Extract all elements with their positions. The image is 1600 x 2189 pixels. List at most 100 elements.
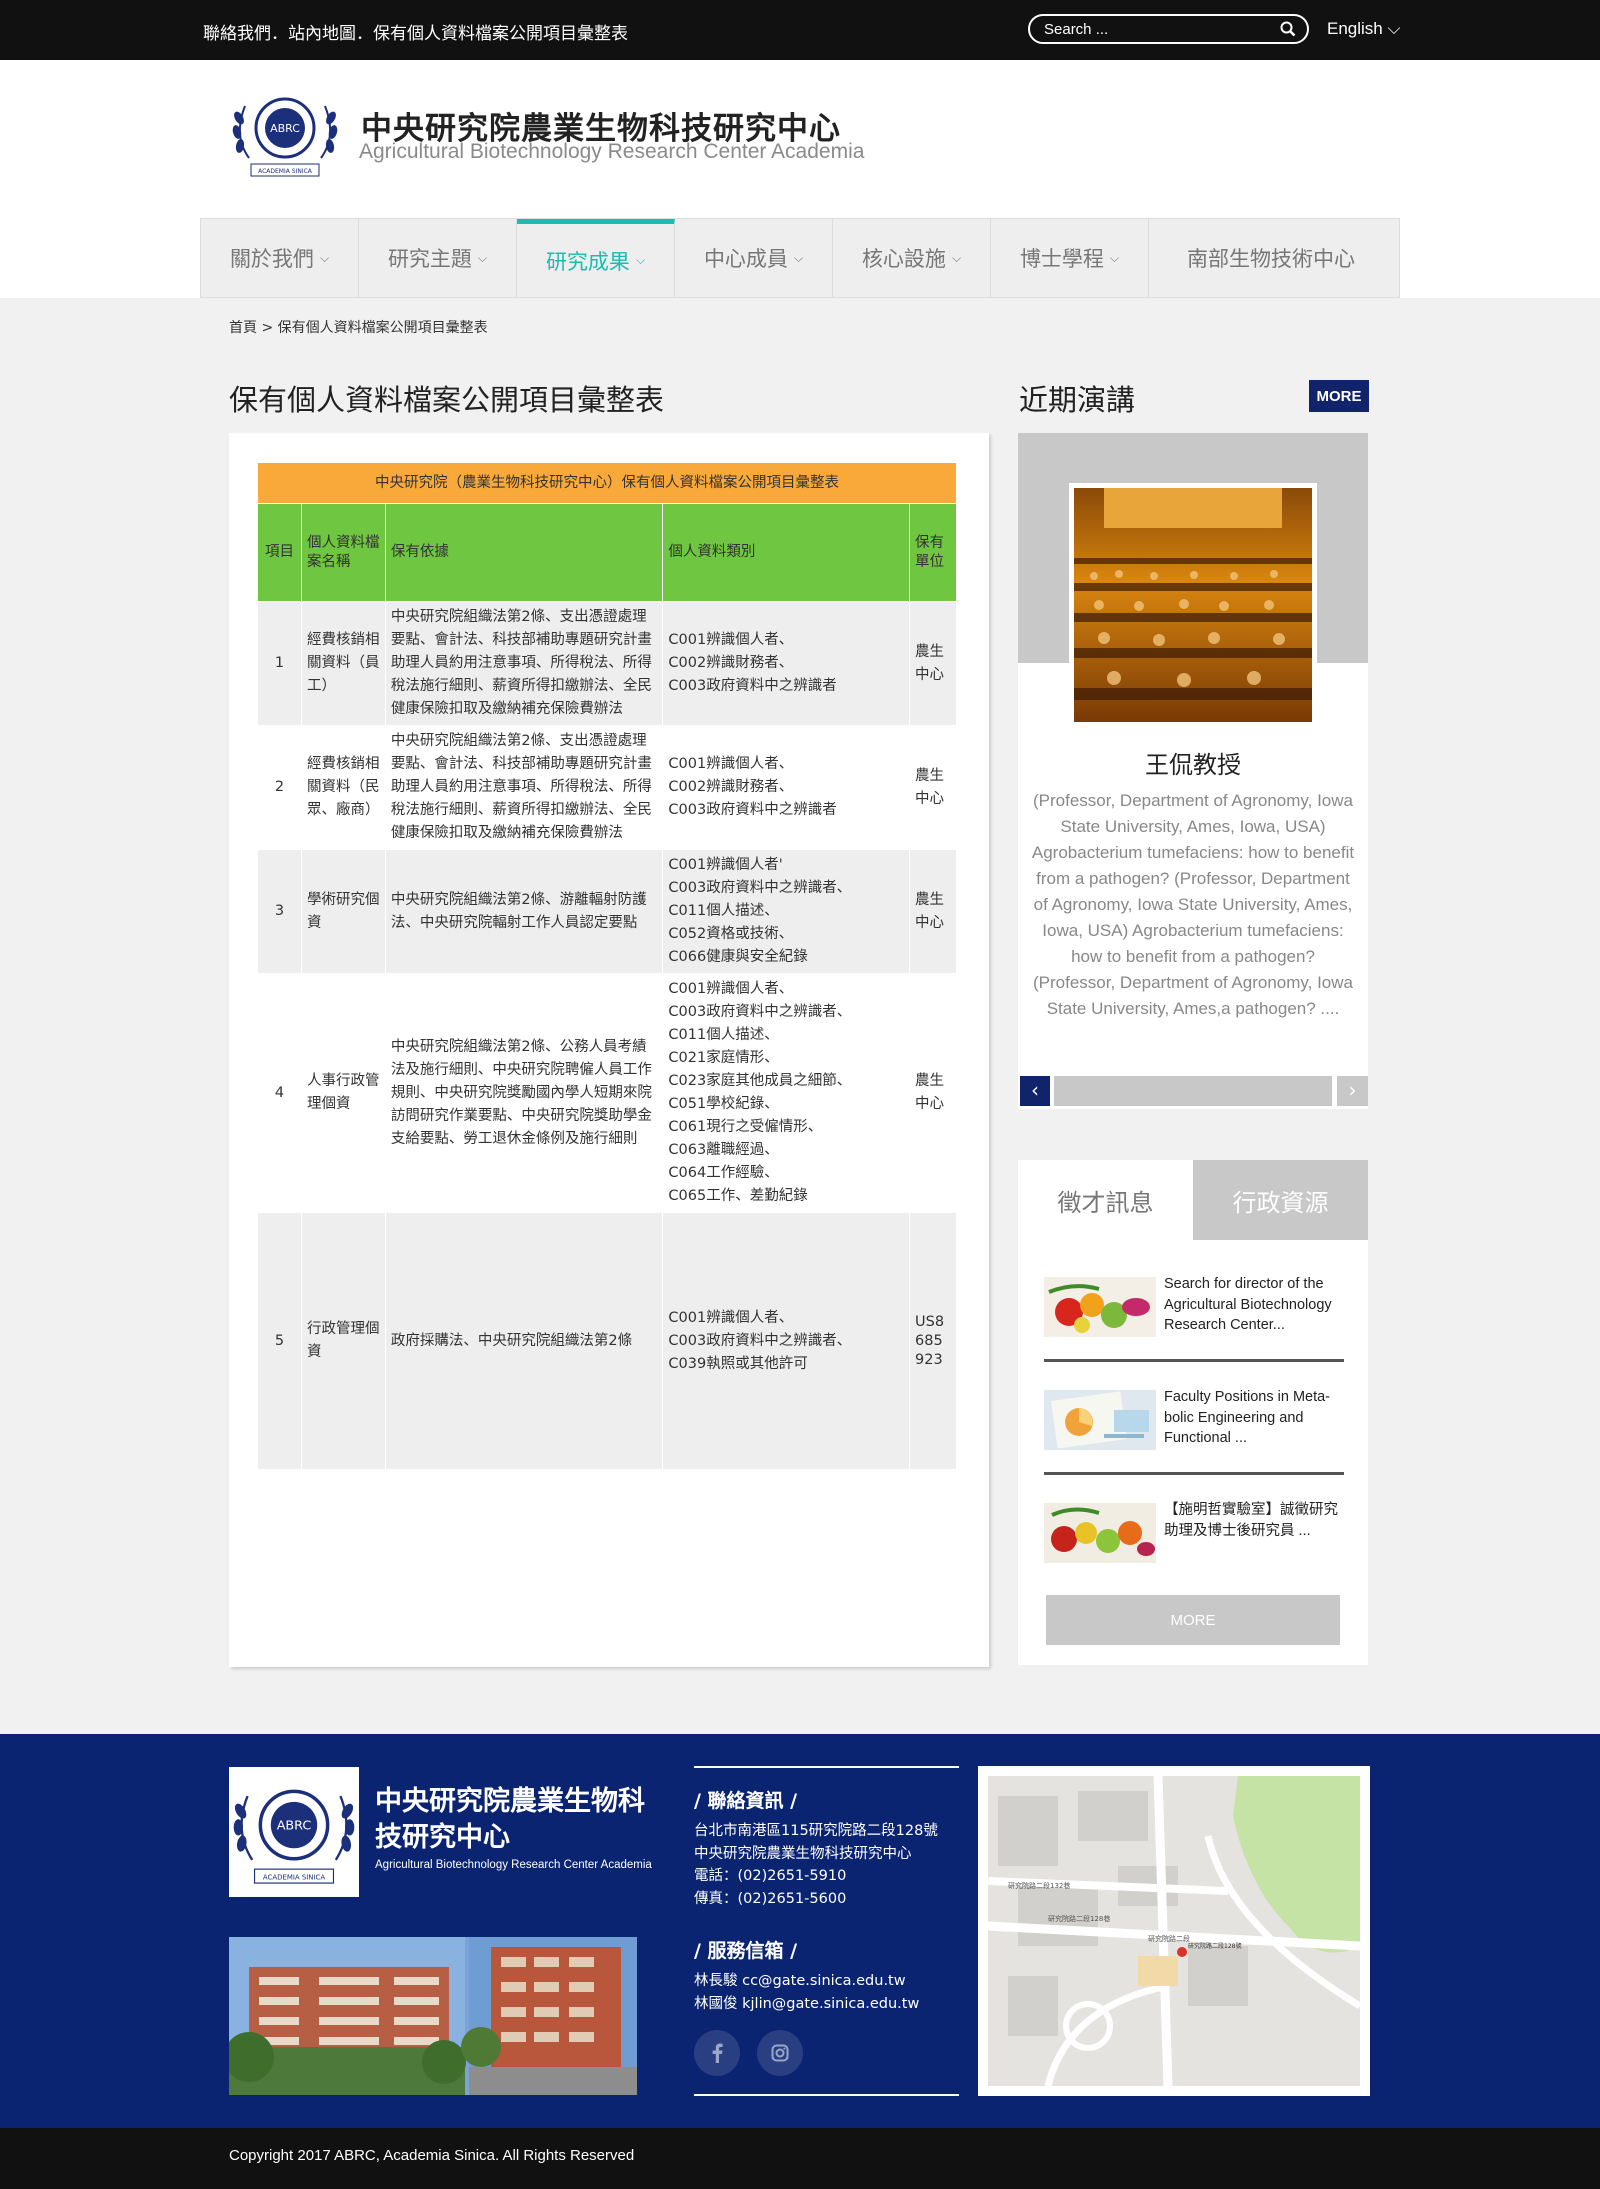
tabs-card: 徵才訊息 行政資源 Search for director of the Agr… [1018, 1160, 1368, 1665]
vegetables-thumbnail [1044, 1277, 1156, 1337]
category-line: C065工作、差勤紀錄 [668, 1188, 808, 1204]
chevron-down-icon: ⌵ [793, 250, 804, 265]
mail-line[interactable]: 林國俊 kjlin@gate.sinica.edu.tw [694, 1993, 959, 2016]
page-title: 保有個人資料檔案公開項目彙整表 [229, 383, 665, 417]
row-unit: US8685923 [909, 1212, 957, 1470]
category-line: C001辨識個人者、 [668, 1309, 794, 1326]
divider [1044, 1472, 1344, 1475]
facebook-icon[interactable] [694, 2030, 740, 2076]
category-line: C003政府資料中之辨識者 [668, 802, 837, 818]
news-item[interactable]: 【施明哲實驗室】誠徵研究助理及博士後研究員 ... [1044, 1500, 1344, 1595]
tab-recruitment[interactable]: 徵才訊息 [1018, 1160, 1193, 1240]
contact-phone[interactable]: 電話：(02)2651-5910 [694, 1865, 959, 1888]
category-line: C003政府資料中之辨識者、 [668, 1332, 852, 1349]
table-header: 保有依據 [384, 503, 664, 602]
contact-line: 中央研究院農業生物科技研究中心 [694, 1845, 912, 1862]
footer-logo[interactable]: ABRC ACADEMIA SINICA [229, 1767, 359, 1897]
carousel-prev-button[interactable]: ‹ [1020, 1076, 1050, 1106]
mail-section: / 服務信箱 / 林長駿 cc@gate.sinica.edu.tw 林國俊 k… [694, 1910, 959, 2015]
table-header: 項目 [257, 503, 302, 602]
language-label[interactable]: English [1327, 19, 1383, 38]
news-item[interactable]: Search for director of the Agricultural … [1044, 1274, 1344, 1369]
category-line: C023家庭其他成員之細節、 [668, 1073, 852, 1089]
nav-item-members[interactable]: 中心成員 ⌵ [675, 219, 833, 297]
news-item[interactable]: Faculty Positions in Meta-bolic Engineer… [1044, 1387, 1344, 1482]
fruits-thumbnail [1044, 1503, 1156, 1563]
news-item-text[interactable]: 【施明哲實驗室】誠徵研究助理及博士後研究員 ... [1164, 1500, 1344, 1541]
top-bar: 聯絡我們．站內地圖．保有個人資料檔案公開項目彙整表 English ⌵ [0, 0, 1600, 60]
category-line: C003政府資料中之辨識者、 [668, 880, 852, 896]
nav-item-phd-program[interactable]: 博士學程 ⌵ [991, 219, 1149, 297]
category-line: C066健康與安全紀錄 [668, 949, 808, 965]
table-header: 個人資料類別 [662, 503, 910, 602]
nav-item-research-results[interactable]: 研究成果 ⌵ [517, 219, 675, 297]
category-line: C039執照或其他許可 [668, 1355, 808, 1372]
map-pin-icon[interactable] [1177, 1947, 1187, 1957]
mail-heading: / 服務信箱 / [694, 1940, 798, 1962]
lecture-card[interactable]: 王侃教授 (Professor, Department of Agronomy,… [1018, 433, 1368, 1109]
row-name: 人事行政管理個資 [300, 973, 386, 1213]
nav-item-about[interactable]: 關於我們 ⌵ [201, 219, 359, 297]
carousel-scrollbar[interactable] [1054, 1076, 1332, 1106]
table-caption: 中央研究院（農業生物科技研究中心）保有個人資料檔案公開項目彙整表 [257, 462, 957, 504]
lecture-speaker[interactable]: 王侃教授 [1018, 745, 1368, 780]
nav-item-southern-center[interactable]: 南部生物技術中心 [1149, 219, 1393, 297]
top-links[interactable]: 聯絡我們．站內地圖．保有個人資料檔案公開項目彙整表 [203, 19, 628, 44]
table-row: 4 人事行政管理個資 中央研究院組織法第2條、公務人員考績法及施行細則、中央研究… [257, 973, 957, 1213]
tab-admin-resources[interactable]: 行政資源 [1193, 1160, 1368, 1240]
category-line: C001辨識個人者、 [668, 756, 794, 772]
map-label: 研究院路二段132巷 [1008, 1881, 1070, 1890]
map-label: 研究院路二段128巷 [1048, 1914, 1110, 1923]
contact-fax: 傳真：(02)2651-5600 [694, 1890, 847, 1907]
abrc-logo[interactable]: ABRC ACADEMIA SINICA [229, 88, 341, 180]
category-line: C011個人描述、 [668, 1027, 779, 1043]
nav-label: 研究主題 [387, 247, 472, 271]
nav-item-core-facilities[interactable]: 核心設施 ⌵ [833, 219, 991, 297]
category-line: C002辨識財務者、 [668, 779, 794, 795]
category-line: C003政府資料中之辨識者、 [668, 1004, 852, 1020]
language-switcher[interactable]: English ⌵ [1327, 19, 1400, 39]
location-map[interactable]: 研究院路二段128巷 研究院路二段 研究院路二段132巷 研究院路二段128號 [978, 1766, 1370, 2096]
row-categories: C001辨識個人者、 C003政府資料中之辨識者、 C011個人描述、 C021… [662, 973, 910, 1213]
category-line: C061現行之受僱情形、 [668, 1119, 823, 1135]
logo-text: ABRC [277, 1819, 312, 1834]
nav-item-research-topics[interactable]: 研究主題 ⌵ [359, 219, 517, 297]
table-row: 1 經費核銷相關資料（員工） 中央研究院組織法第2條、支出憑證處理要點、會計法、… [257, 601, 957, 726]
chevron-down-icon: ⌵ [477, 250, 488, 265]
breadcrumb[interactable]: 首頁 > 保有個人資料檔案公開項目彙整表 [229, 317, 488, 337]
row-number: 4 [257, 973, 302, 1213]
news-item-text[interactable]: Search for director of the Agricultural … [1164, 1274, 1344, 1336]
row-number: 1 [257, 601, 302, 726]
nav-label: 南部生物技術中心 [1187, 247, 1355, 271]
search-box[interactable] [1028, 14, 1309, 44]
map-label: 研究院路二段 [1148, 1934, 1190, 1943]
row-basis: 政府採購法、中央研究院組織法第2條 [384, 1212, 664, 1470]
search-input[interactable] [1044, 19, 1264, 39]
lecture-summary: (Professor, Department of Agronomy, Iowa… [1031, 791, 1355, 1018]
search-icon[interactable] [1280, 21, 1296, 37]
nav-label: 核心設施 [861, 247, 946, 271]
category-line: C063離職經過、 [668, 1142, 779, 1158]
category-line: C001辨識個人者' [668, 857, 783, 873]
contact-heading: / 聯絡資訊 / [694, 1790, 798, 1812]
mail-line[interactable]: 林長駿 cc@gate.sinica.edu.tw [694, 1970, 959, 1993]
chart-document-thumbnail [1044, 1390, 1156, 1450]
copyright-bar: Copyright 2017 ABRC, Academia Sinica. Al… [0, 2128, 1600, 2189]
chevron-down-icon: ⌵ [1382, 19, 1401, 38]
carousel-next-button[interactable]: › [1337, 1076, 1368, 1106]
category-line: C001辨識個人者、 [668, 632, 794, 648]
table-header: 個人資料檔案名稱 [300, 503, 386, 602]
tabs-more-button[interactable]: MORE [1046, 1595, 1340, 1645]
nav-label: 博士學程 [1019, 247, 1104, 271]
category-line: C003政府資料中之辨識者 [668, 678, 837, 694]
lecture-photo[interactable] [1069, 483, 1317, 727]
logo-ring-text: ACADEMIA SINICA [258, 168, 313, 175]
row-unit: 農生中心 [909, 725, 957, 850]
content-card: 中央研究院（農業生物科技研究中心）保有個人資料檔案公開項目彙整表 項目 個人資料… [229, 433, 989, 1667]
category-line: C002辨識財務者、 [668, 655, 794, 671]
instagram-icon[interactable] [757, 2030, 803, 2076]
row-basis: 中央研究院組織法第2條、支出憑證處理要點、會計法、科技部補助專題研究計畫助理人員… [384, 601, 664, 726]
lectures-more-button[interactable]: MORE [1309, 380, 1369, 412]
news-item-text[interactable]: Faculty Positions in Meta-bolic Engineer… [1164, 1387, 1344, 1449]
category-line: C052資格或技術、 [668, 926, 794, 942]
